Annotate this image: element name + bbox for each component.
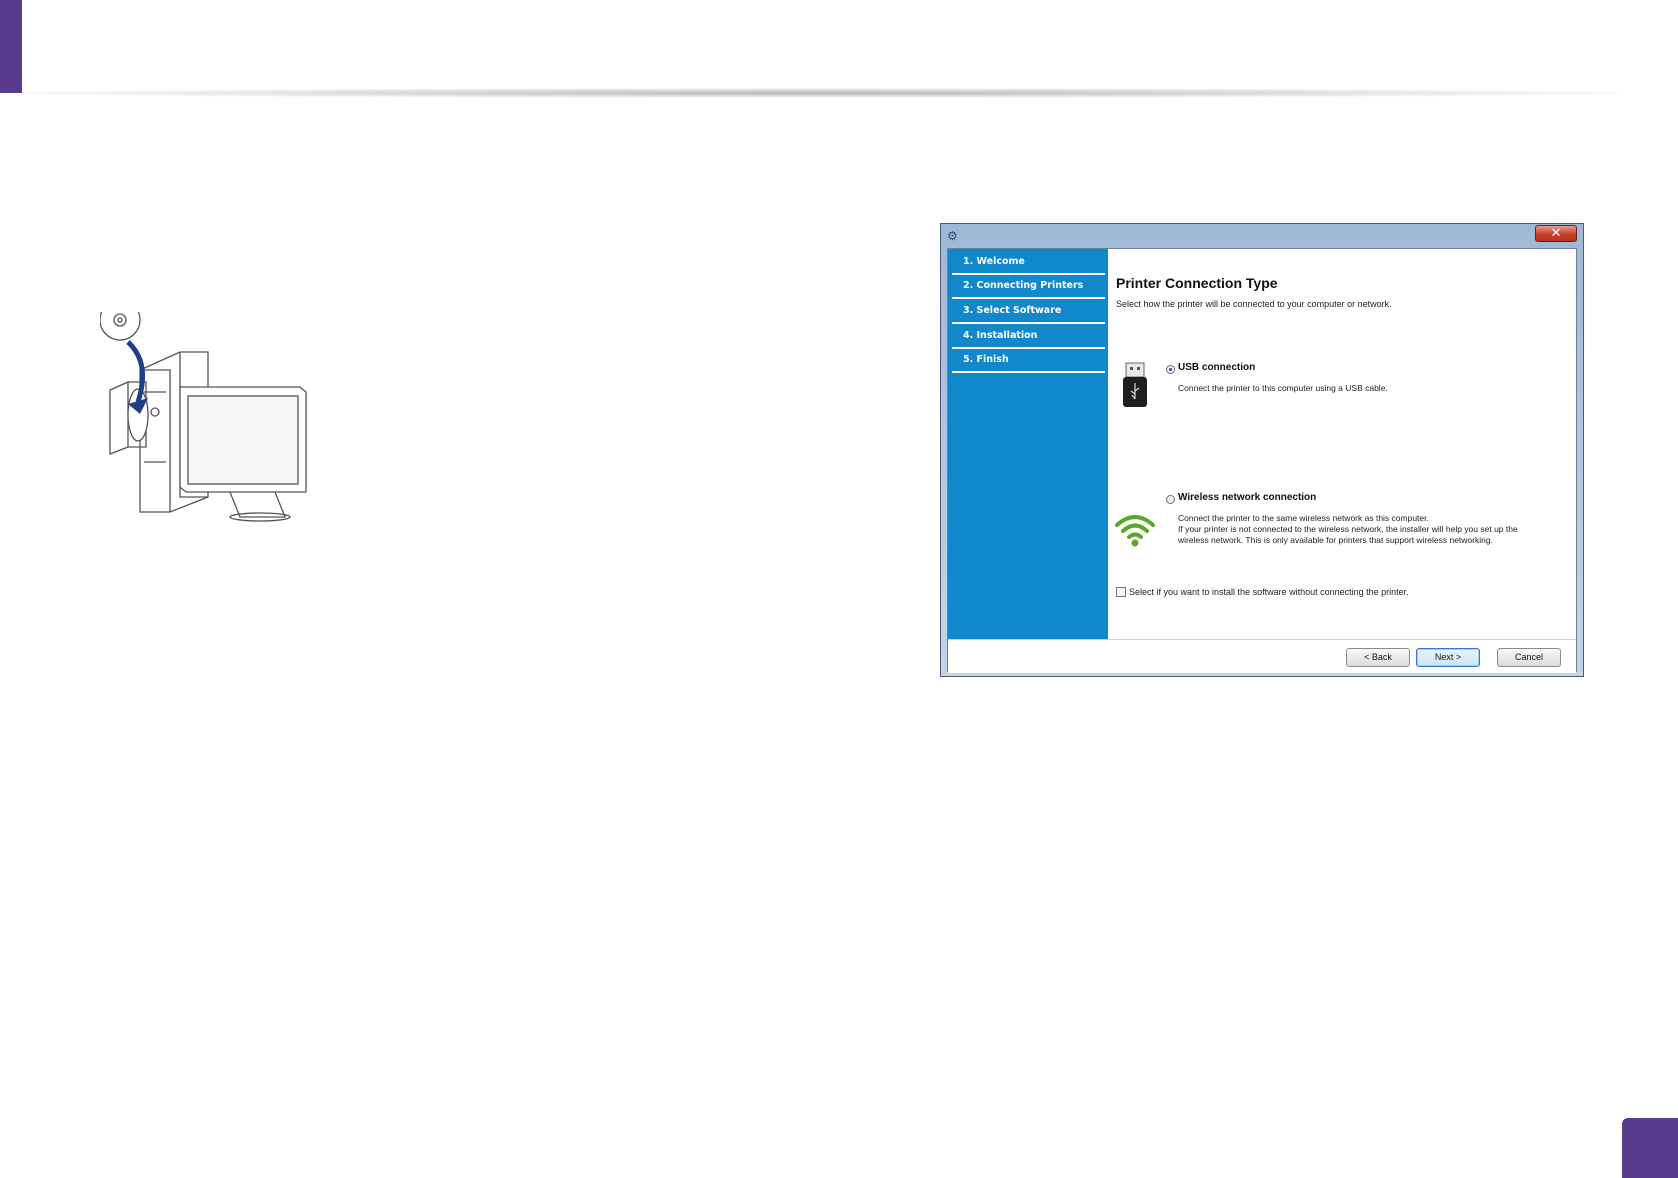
header-divider xyxy=(22,88,1618,98)
page-number-badge xyxy=(1622,1118,1678,1178)
wireless-option-description-line1: Connect the printer to the same wireless… xyxy=(1178,513,1429,523)
step-welcome: 1. Welcome xyxy=(952,251,1105,275)
installer-client-area: 1. Welcome 2. Connecting Printers 3. Sel… xyxy=(947,248,1577,673)
wifi-icon xyxy=(1115,515,1155,547)
usb-connection-radio[interactable] xyxy=(1166,365,1175,374)
usb-option-title[interactable]: USB connection xyxy=(1178,362,1255,373)
wireless-option-description-line3: wireless network. This is only available… xyxy=(1178,535,1493,545)
steps-sidebar: 1. Welcome 2. Connecting Printers 3. Sel… xyxy=(948,249,1108,639)
step-select-software: 3. Select Software xyxy=(952,300,1105,324)
installer-app-icon: ⚙ xyxy=(947,229,958,243)
dialog-footer: < Back Next > Cancel xyxy=(948,639,1576,673)
skip-connection-checkbox[interactable] xyxy=(1116,587,1126,597)
main-content: Printer Connection Type Select how the p… xyxy=(1108,249,1576,639)
step-label: 1. Welcome xyxy=(963,256,1025,267)
titlebar: ⚙ ✕ xyxy=(941,224,1583,248)
cd-insert-illustration xyxy=(100,312,307,522)
next-button[interactable]: Next > xyxy=(1416,648,1480,667)
step-label: 4. Installation xyxy=(963,330,1038,341)
usb-icon xyxy=(1123,362,1147,407)
page-title: Printer Connection Type xyxy=(1116,275,1278,291)
chapter-accent-bar xyxy=(0,0,22,93)
installer-window: ⚙ ✕ 1. Welcome 2. Connecting Printers 3.… xyxy=(940,223,1584,677)
step-installation: 4. Installation xyxy=(952,325,1105,349)
step-label: 3. Select Software xyxy=(963,305,1062,316)
wireless-option-title[interactable]: Wireless network connection xyxy=(1178,492,1316,503)
step-connecting-printers: 2. Connecting Printers xyxy=(952,275,1105,299)
usb-option-description: Connect the printer to this computer usi… xyxy=(1178,383,1388,393)
wireless-connection-radio[interactable] xyxy=(1166,495,1175,504)
back-button[interactable]: < Back xyxy=(1346,648,1410,667)
skip-connection-label[interactable]: Select if you want to install the softwa… xyxy=(1129,587,1409,597)
close-button[interactable]: ✕ xyxy=(1535,225,1577,242)
cancel-button[interactable]: Cancel xyxy=(1497,648,1561,667)
step-finish: 5. Finish xyxy=(952,349,1105,373)
step-label: 2. Connecting Printers xyxy=(963,280,1084,291)
page-subtitle: Select how the printer will be connected… xyxy=(1116,299,1392,309)
step-label: 5. Finish xyxy=(963,354,1009,365)
wireless-option-description-line2: If your printer is not connected to the … xyxy=(1178,524,1518,534)
